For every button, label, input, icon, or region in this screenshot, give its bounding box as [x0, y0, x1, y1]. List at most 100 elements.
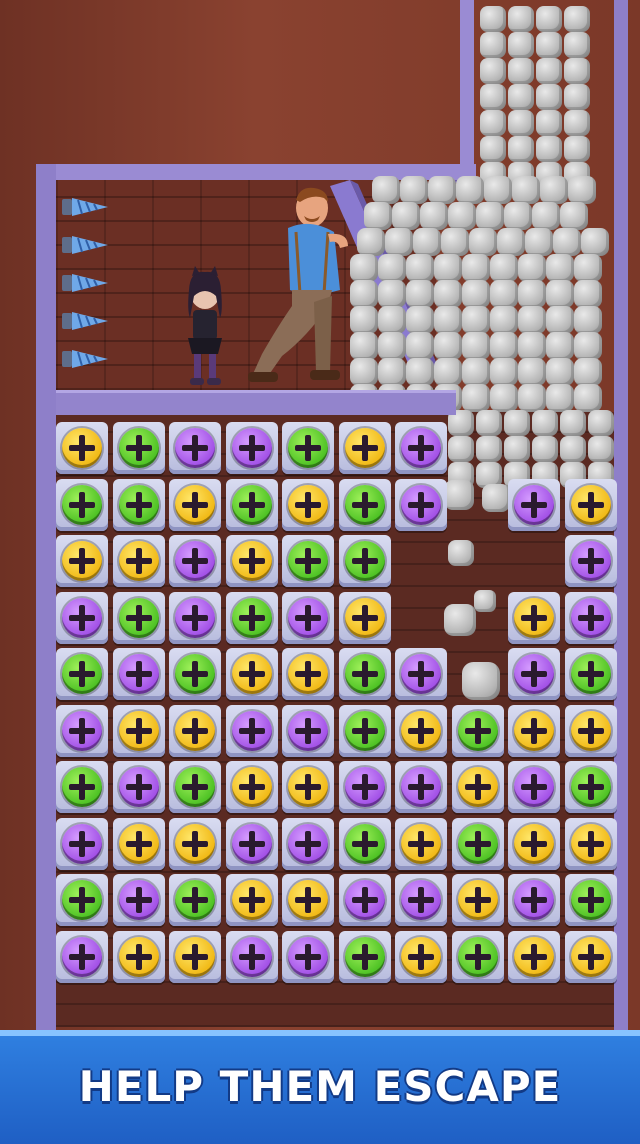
yellow-screw-icon[interactable]	[118, 710, 159, 751]
screw-tile[interactable]	[395, 874, 447, 926]
green-screw-icon[interactable]	[570, 880, 611, 920]
yellow-screw-icon[interactable]	[231, 541, 272, 581]
screw-tile[interactable]	[395, 761, 447, 813]
green-screw-icon[interactable]	[118, 597, 159, 638]
screw-tile[interactable]	[225, 930, 278, 983]
purple-screw-icon[interactable]	[62, 597, 102, 638]
green-screw-icon[interactable]	[344, 710, 385, 751]
green-screw-icon[interactable]	[175, 654, 215, 694]
screw-tile[interactable]	[225, 874, 278, 926]
screw-tile[interactable]	[225, 817, 278, 870]
screw-tile[interactable]	[282, 422, 334, 474]
screw-tile[interactable]	[508, 591, 560, 644]
yellow-screw-icon[interactable]	[288, 484, 328, 525]
purple-screw-icon[interactable]	[401, 880, 441, 920]
green-screw-icon[interactable]	[118, 428, 159, 468]
purple-screw-icon[interactable]	[401, 428, 441, 468]
purple-screw-icon[interactable]	[288, 710, 328, 751]
screw-tile[interactable]	[508, 704, 560, 757]
green-screw-icon[interactable]	[118, 484, 159, 525]
screw-tile[interactable]	[112, 478, 165, 531]
screw-tile[interactable]	[338, 422, 391, 474]
screw-tile[interactable]	[112, 930, 165, 983]
screw-tile[interactable]	[112, 535, 165, 587]
purple-screw-icon[interactable]	[118, 767, 159, 807]
screw-tile[interactable]	[282, 704, 334, 757]
screw-tile[interactable]	[564, 761, 617, 813]
screw-tile[interactable]	[169, 591, 221, 644]
screw-tile[interactable]	[395, 930, 447, 983]
green-screw-icon[interactable]	[457, 710, 498, 751]
purple-screw-icon[interactable]	[514, 767, 554, 807]
yellow-screw-icon[interactable]	[231, 767, 272, 807]
screw-tile[interactable]	[282, 535, 334, 587]
screw-tile[interactable]	[395, 478, 447, 531]
screw-tile[interactable]	[338, 874, 391, 926]
screw-tile[interactable]	[508, 648, 560, 700]
screw-tile[interactable]	[169, 761, 221, 813]
purple-screw-icon[interactable]	[62, 823, 102, 864]
yellow-screw-icon[interactable]	[62, 541, 102, 581]
purple-screw-icon[interactable]	[62, 710, 102, 751]
screw-tile[interactable]	[508, 761, 560, 813]
yellow-screw-icon[interactable]	[570, 823, 611, 864]
yellow-screw-icon[interactable]	[175, 710, 215, 751]
yellow-screw-icon[interactable]	[570, 484, 611, 525]
green-screw-icon[interactable]	[344, 541, 385, 581]
green-screw-icon[interactable]	[62, 484, 102, 525]
yellow-screw-icon[interactable]	[344, 597, 385, 638]
screw-tile[interactable]	[338, 535, 391, 587]
screw-tile[interactable]	[564, 478, 617, 531]
yellow-screw-icon[interactable]	[514, 823, 554, 864]
purple-screw-icon[interactable]	[62, 936, 102, 977]
yellow-screw-icon[interactable]	[118, 936, 159, 977]
screw-tile[interactable]	[225, 422, 278, 474]
green-screw-icon[interactable]	[344, 654, 385, 694]
purple-screw-icon[interactable]	[231, 823, 272, 864]
screw-tile[interactable]	[451, 930, 504, 983]
screw-tile[interactable]	[225, 535, 278, 587]
yellow-screw-icon[interactable]	[514, 597, 554, 638]
screw-tile[interactable]	[169, 817, 221, 870]
screw-tile[interactable]	[282, 591, 334, 644]
purple-screw-icon[interactable]	[570, 541, 611, 581]
screw-tile[interactable]	[112, 704, 165, 757]
yellow-screw-icon[interactable]	[401, 936, 441, 977]
yellow-screw-icon[interactable]	[62, 428, 102, 468]
screw-tile[interactable]	[564, 817, 617, 870]
yellow-screw-icon[interactable]	[401, 823, 441, 864]
green-screw-icon[interactable]	[62, 654, 102, 694]
yellow-screw-icon[interactable]	[514, 936, 554, 977]
screw-tile[interactable]	[169, 930, 221, 983]
screw-tile[interactable]	[169, 648, 221, 700]
purple-screw-icon[interactable]	[401, 484, 441, 525]
screw-tile[interactable]	[395, 422, 447, 474]
green-screw-icon[interactable]	[175, 880, 215, 920]
screw-tile[interactable]	[508, 874, 560, 926]
screw-tile[interactable]	[56, 817, 108, 870]
purple-screw-icon[interactable]	[288, 823, 328, 864]
screw-tile[interactable]	[225, 704, 278, 757]
green-screw-icon[interactable]	[344, 823, 385, 864]
green-screw-icon[interactable]	[457, 823, 498, 864]
green-screw-icon[interactable]	[344, 484, 385, 525]
screw-tile[interactable]	[338, 648, 391, 700]
green-screw-icon[interactable]	[288, 428, 328, 468]
screw-tile[interactable]	[564, 648, 617, 700]
screw-tile[interactable]	[564, 535, 617, 587]
green-screw-icon[interactable]	[288, 541, 328, 581]
green-screw-icon[interactable]	[457, 936, 498, 977]
purple-screw-icon[interactable]	[570, 597, 611, 638]
green-screw-icon[interactable]	[231, 484, 272, 525]
yellow-screw-icon[interactable]	[457, 767, 498, 807]
screw-tile[interactable]	[451, 761, 504, 813]
screw-tile[interactable]	[56, 591, 108, 644]
purple-screw-icon[interactable]	[401, 654, 441, 694]
purple-screw-icon[interactable]	[231, 936, 272, 977]
screw-tile[interactable]	[395, 704, 447, 757]
screw-tile[interactable]	[56, 478, 108, 531]
screw-tile[interactable]	[338, 761, 391, 813]
green-screw-icon[interactable]	[175, 767, 215, 807]
purple-screw-icon[interactable]	[344, 880, 385, 920]
screw-tile[interactable]	[56, 930, 108, 983]
